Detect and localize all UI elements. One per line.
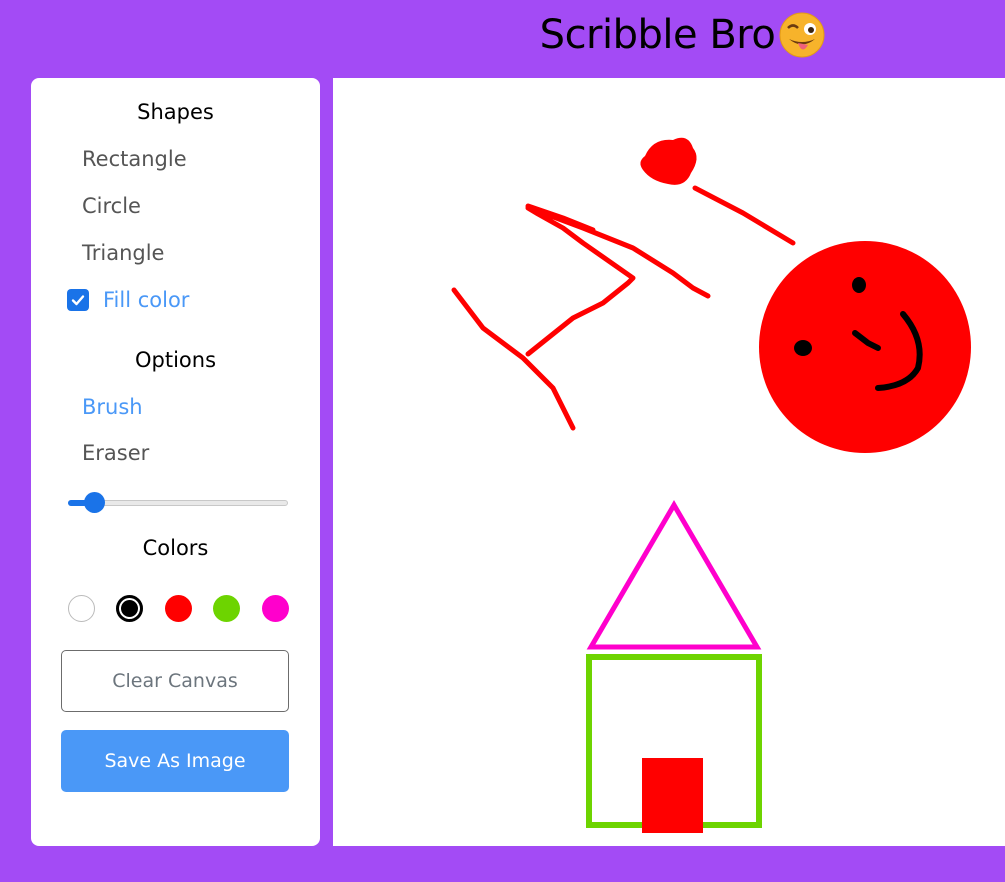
check-icon [71, 295, 85, 306]
fill-color-checkbox[interactable] [67, 289, 89, 311]
save-as-image-button[interactable]: Save As Image [61, 730, 289, 792]
app-header: Scribble Bro [0, 0, 1005, 70]
shapes-heading: Shapes [137, 100, 214, 124]
color-swatch-white[interactable] [68, 595, 95, 622]
clear-canvas-button[interactable]: Clear Canvas [61, 650, 289, 712]
red-scribble-blob [640, 137, 697, 185]
color-swatch-pink[interactable] [262, 595, 289, 622]
color-swatch-red[interactable] [165, 595, 192, 622]
app-title: Scribble Bro [539, 12, 776, 58]
shape-circle[interactable]: Circle [82, 194, 141, 218]
tools-panel: Shapes Rectangle Circle Triangle Fill co… [31, 78, 320, 846]
smiley-circle [759, 241, 971, 453]
winking-face-icon [779, 12, 825, 58]
red-door-rectangle [642, 758, 703, 833]
option-eraser[interactable]: Eraser [82, 441, 149, 465]
shape-rectangle[interactable]: Rectangle [82, 147, 187, 171]
color-swatch-black[interactable] [116, 595, 143, 622]
colors-heading: Colors [142, 536, 209, 560]
brush-size-slider[interactable] [68, 492, 288, 514]
option-brush[interactable]: Brush [82, 395, 143, 419]
drawing-canvas[interactable] [333, 78, 1005, 846]
shape-triangle[interactable]: Triangle [82, 241, 164, 265]
fill-color-toggle[interactable]: Fill color [67, 288, 189, 312]
options-heading: Options [134, 348, 217, 372]
color-swatch-green[interactable] [213, 595, 240, 622]
fill-color-label: Fill color [103, 288, 190, 312]
pink-triangle [586, 500, 762, 650]
slider-thumb[interactable] [84, 492, 105, 513]
red-scribble-strokes [451, 185, 796, 431]
